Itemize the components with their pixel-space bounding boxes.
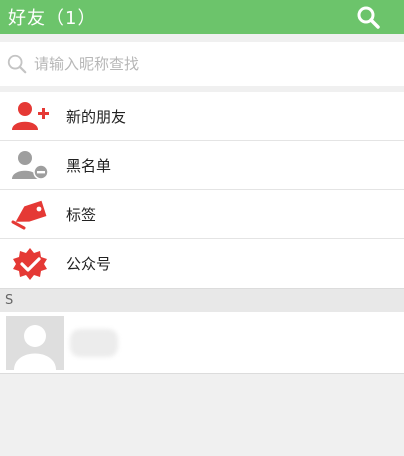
menu-item-label: 公众号: [66, 255, 112, 273]
menu-item-official-accounts[interactable]: 公众号: [0, 239, 404, 288]
search-input[interactable]: [34, 55, 364, 73]
add-user-icon: [0, 92, 60, 141]
verified-badge-icon: [0, 239, 60, 288]
search-icon: [4, 51, 30, 77]
contact-row[interactable]: [0, 312, 404, 374]
tag-icon: [0, 190, 60, 239]
search-bar: [0, 42, 404, 86]
search-icon: [357, 6, 380, 29]
page-title: 好友（1）: [8, 8, 97, 29]
function-menu: 新的朋友 黑名单 标签 公众号: [0, 92, 404, 288]
section-index-header: S: [0, 288, 404, 312]
menu-item-label: 新的朋友: [66, 107, 127, 126]
header-search-button[interactable]: [354, 3, 382, 31]
menu-item-tags[interactable]: 标签: [0, 190, 404, 239]
app-header: 好友（1）: [0, 0, 404, 34]
default-avatar-icon: [6, 315, 64, 370]
menu-item-label: 黑名单: [66, 156, 112, 175]
blocked-user-icon: [0, 141, 60, 190]
contact-name: [70, 328, 118, 357]
menu-item-new-friends[interactable]: 新的朋友: [0, 92, 404, 141]
menu-item-label: 标签: [66, 205, 97, 224]
menu-item-blacklist[interactable]: 黑名单: [0, 141, 404, 190]
